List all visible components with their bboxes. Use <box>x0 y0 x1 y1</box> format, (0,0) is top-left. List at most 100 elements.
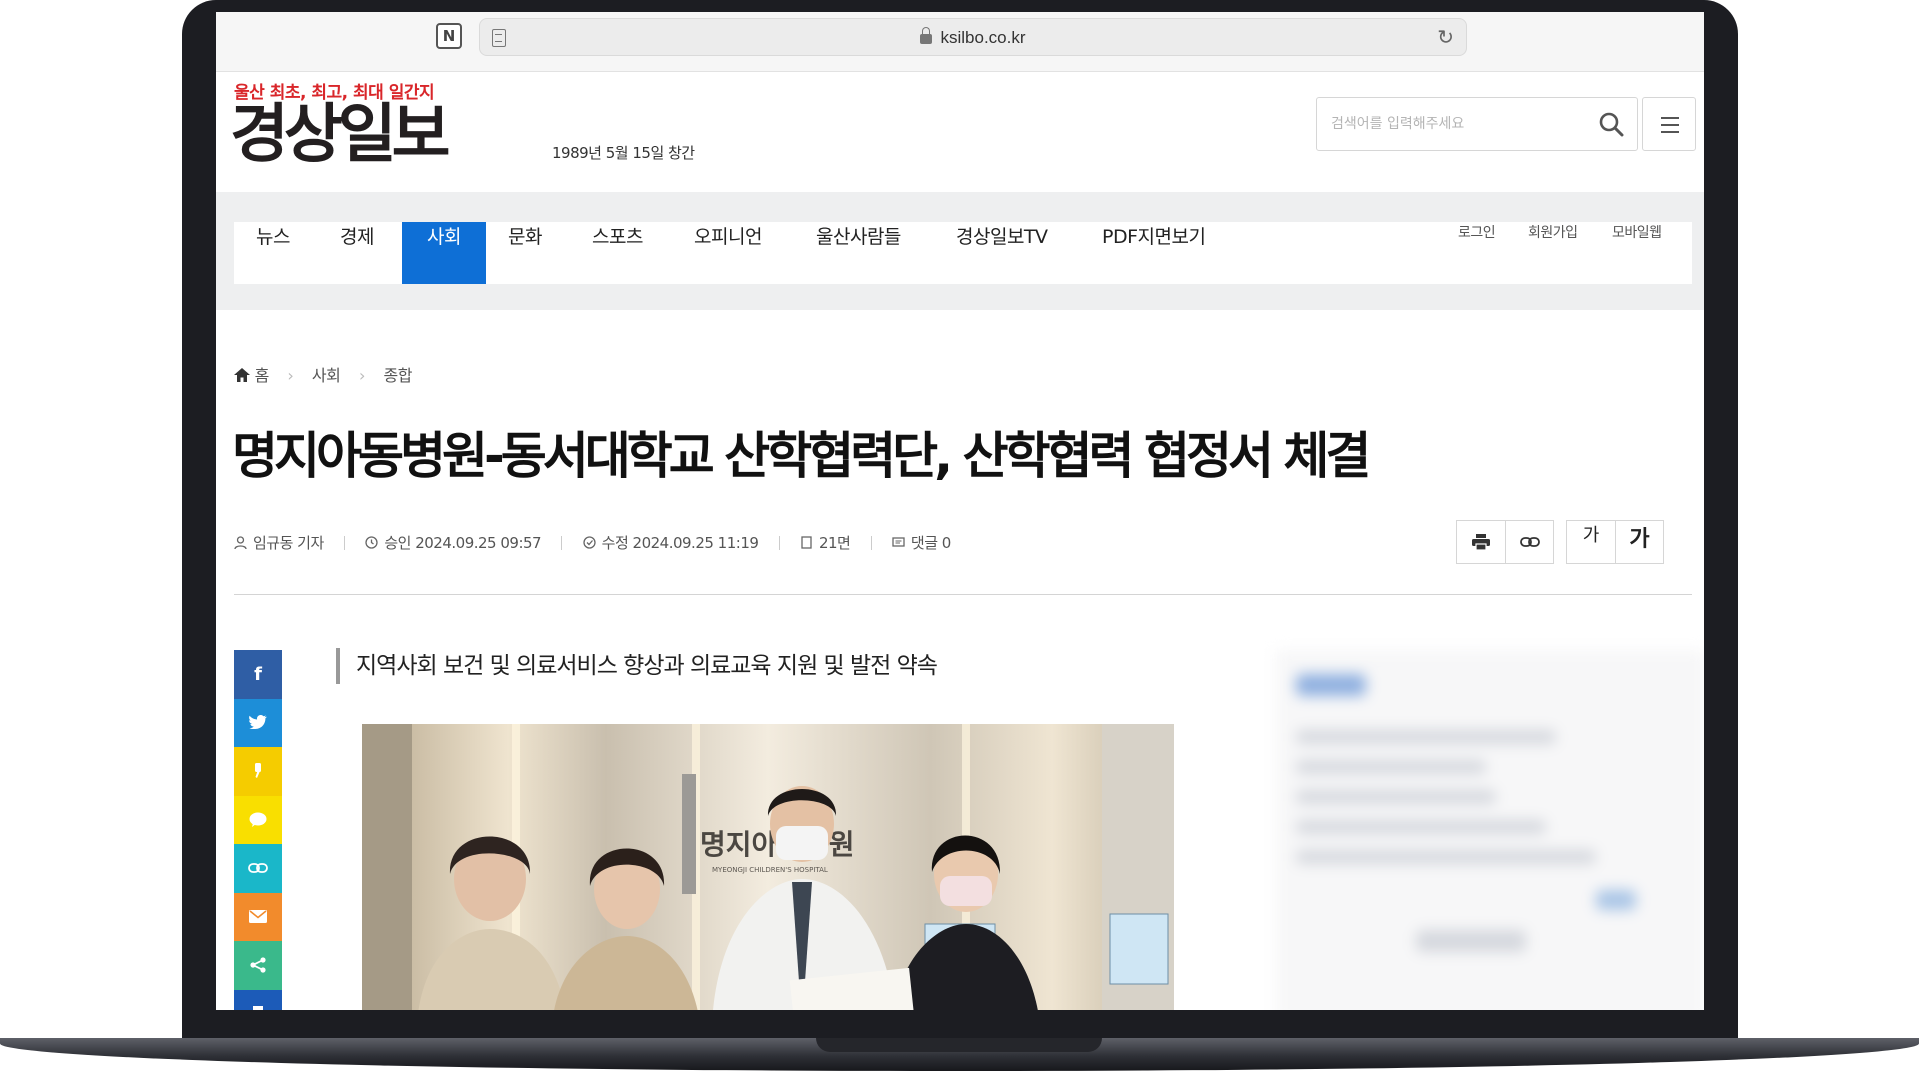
twitter-share-button[interactable] <box>234 698 282 747</box>
comment-icon <box>892 537 905 547</box>
nav-item-economy[interactable]: 경제 <box>340 222 374 284</box>
modified-time-text: 수정 2024.09.25 11:19 <box>601 534 759 552</box>
address-bar[interactable]: ksilbo.co.kr ↻ <box>479 18 1467 56</box>
article-photo[interactable]: 명지아동병원 MYEONGJI CHILDREN'S HOSPITAL <box>362 724 1174 1010</box>
page-icon <box>801 536 812 549</box>
browser-toolbar: N ksilbo.co.kr ↻ <box>216 12 1704 72</box>
share-icon <box>250 957 266 973</box>
menu-icon-bar <box>1661 124 1679 126</box>
laptop-notch <box>816 1038 1102 1052</box>
search-icon[interactable] <box>1597 110 1625 138</box>
blurred-block <box>1296 850 1596 864</box>
menu-icon-bar <box>1661 131 1679 133</box>
divider <box>234 594 1692 595</box>
font-smaller-button[interactable]: 가 <box>1567 521 1615 563</box>
email-icon <box>249 910 267 924</box>
blurred-block <box>1296 674 1366 696</box>
font-size-tools: 가 가 <box>1566 520 1664 564</box>
nav-item-ksilbo-tv[interactable]: 경상일보TV <box>956 222 1048 284</box>
meta-divider <box>870 535 872 550</box>
check-circle-icon <box>583 536 596 549</box>
comment-count[interactable]: 댓글 0 <box>892 532 951 553</box>
meta-divider <box>561 535 563 550</box>
comment-count-text: 댓글 0 <box>910 534 951 552</box>
kakaotalk-share-button[interactable] <box>234 795 282 844</box>
nav-item-news[interactable]: 뉴스 <box>256 222 290 284</box>
nav-item-opinion[interactable]: 오피니언 <box>694 222 762 284</box>
email-share-button[interactable] <box>234 892 282 941</box>
nav-item-society[interactable]: 사회 <box>402 222 486 284</box>
blurred-block <box>1296 760 1486 774</box>
lock-icon <box>920 27 933 44</box>
nav-item-sports[interactable]: 스포츠 <box>592 222 643 284</box>
menu-icon-bar <box>1661 117 1679 119</box>
nav-item-culture[interactable]: 문화 <box>508 222 542 284</box>
print-page-text: 21면 <box>818 534 851 552</box>
chevron-right-icon: › <box>287 366 294 385</box>
reload-icon[interactable]: ↻ <box>1437 27 1454 47</box>
meta-divider <box>778 535 780 550</box>
link-share-button[interactable] <box>234 844 282 893</box>
blurred-block <box>1296 820 1546 834</box>
main-nav: 뉴스 경제 사회 문화 스포츠 오피니언 울산사람들 경상일보TV PDF지면보… <box>234 222 1692 284</box>
url-text: ksilbo.co.kr <box>940 28 1026 47</box>
print-button[interactable] <box>1457 521 1505 563</box>
kakaotalk-icon <box>249 812 267 827</box>
nav-item-pdf-edition[interactable]: PDF지면보기 <box>1102 222 1206 284</box>
facebook-share-button[interactable]: f <box>234 650 282 699</box>
site-logo[interactable]: 경상일보 <box>230 98 451 172</box>
person-icon <box>234 536 247 549</box>
hospital-sign-sub: MYEONGJI CHILDREN'S HOSPITAL <box>712 866 828 874</box>
chevron-right-icon: › <box>358 366 365 385</box>
clock-icon <box>365 536 378 549</box>
meta-divider <box>344 535 346 550</box>
font-larger-button[interactable]: 가 <box>1615 521 1663 563</box>
link-icon <box>248 863 268 874</box>
mobile-web-link[interactable]: 모바일웹 <box>1612 222 1662 242</box>
sidebar-ad-blurred <box>1276 650 1704 1010</box>
link-icon <box>1519 537 1540 547</box>
kakaostory-icon <box>255 763 261 779</box>
nav-item-ulsan-people[interactable]: 울산사람들 <box>816 222 901 284</box>
blurred-block <box>1416 930 1526 952</box>
breadcrumb: 홈 › 사회 › 종합 <box>234 362 412 386</box>
approved-time: 승인 2024.09.25 09:57 <box>365 532 542 553</box>
author: 임규동 기자 <box>234 532 324 553</box>
print-page: 21면 <box>800 532 851 553</box>
copy-link-button[interactable] <box>1505 521 1553 563</box>
hamburger-menu-button[interactable] <box>1642 97 1696 151</box>
blurred-block <box>1596 890 1636 910</box>
article-subtitle: 지역사회 보건 및 의료서비스 향상과 의료교육 지원 및 발전 약속 <box>336 648 938 684</box>
blurred-block <box>1296 790 1496 804</box>
search-input[interactable] <box>1331 112 1571 136</box>
url-display[interactable]: ksilbo.co.kr <box>480 27 1466 48</box>
screen: N ksilbo.co.kr ↻ 울산 최초, 최고, 최대 일간지 경상일보 … <box>216 12 1704 1010</box>
home-icon[interactable] <box>234 368 250 382</box>
search-box <box>1316 97 1638 151</box>
article-headline: 명지아동병원-동서대학교 산학협력단, 산학협력 협정서 체결 <box>232 427 1371 485</box>
bookmark-button[interactable] <box>234 989 282 1010</box>
approved-time-text: 승인 2024.09.25 09:57 <box>384 534 542 552</box>
signup-link[interactable]: 회원가입 <box>1528 222 1578 242</box>
laptop-frame: N ksilbo.co.kr ↻ 울산 최초, 최고, 최대 일간지 경상일보 … <box>0 0 1919 1071</box>
article-meta: 임규동 기자 승인 2024.09.25 09:57 수정 2024.09.25… <box>234 532 951 553</box>
login-link[interactable]: 로그인 <box>1458 222 1496 242</box>
share-bar: f <box>234 650 282 1010</box>
author-name[interactable]: 임규동 기자 <box>253 534 324 552</box>
more-share-button[interactable] <box>234 941 282 990</box>
modified-time: 수정 2024.09.25 11:19 <box>583 532 759 553</box>
facebook-icon: f <box>254 663 262 685</box>
print-icon <box>1472 534 1490 551</box>
main-nav-wrapper: 뉴스 경제 사회 문화 스포츠 오피니언 울산사람들 경상일보TV PDF지면보… <box>216 192 1704 310</box>
breadcrumb-general[interactable]: 종합 <box>383 362 412 386</box>
notion-extension-icon[interactable]: N <box>436 23 462 49</box>
breadcrumb-home[interactable]: 홈 <box>255 362 270 386</box>
founded-date: 1989년 5월 15일 창간 <box>552 144 695 162</box>
kakaostory-share-button[interactable] <box>234 747 282 796</box>
photo-illustration: 명지아동병원 MYEONGJI CHILDREN'S HOSPITAL <box>362 724 1174 1010</box>
twitter-icon <box>249 715 267 730</box>
blurred-block <box>1296 730 1556 744</box>
breadcrumb-society[interactable]: 사회 <box>312 362 341 386</box>
article-tools <box>1456 520 1554 564</box>
bookmark-icon <box>253 1005 263 1010</box>
